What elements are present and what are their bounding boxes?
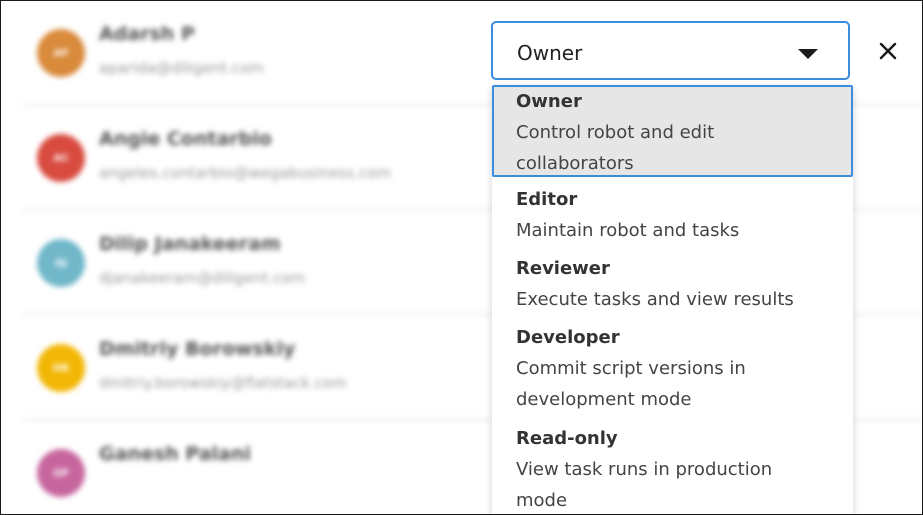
chevron-down-icon	[798, 49, 818, 59]
role-option-description: Maintain robot and tasks	[516, 220, 740, 241]
role-option-editor[interactable]: Editor Maintain robot and tasks	[492, 185, 853, 246]
collaborator-email: djanakeeram@diligent.com	[99, 269, 306, 287]
avatar: GP	[37, 449, 85, 497]
role-select-value: Owner	[517, 41, 583, 65]
role-option-title: Owner	[516, 91, 582, 112]
collaborator-email: dmitriy.borowskiy@flatstack.com	[99, 374, 347, 392]
role-option-description: View task runs in production mode	[516, 459, 773, 511]
collaborator-name: Dmitriy Borowskiy	[99, 338, 296, 360]
collaborator-name: Adarsh P	[99, 23, 195, 45]
avatar: AP	[37, 29, 85, 77]
role-option-developer[interactable]: Developer Commit script versions in deve…	[492, 323, 812, 415]
role-option-reviewer[interactable]: Reviewer Execute tasks and view results	[492, 254, 853, 315]
role-option-title: Developer	[516, 327, 620, 348]
role-option-title: Reviewer	[516, 258, 610, 279]
collaborator-email: aparida@diligent.com	[99, 59, 264, 77]
role-option-description: Control robot and edit collaborators	[516, 122, 715, 174]
collaborator-name: Ganesh Palani	[99, 443, 251, 465]
role-select[interactable]: Owner	[491, 21, 850, 80]
collaborator-name: Dilip Janakeeram	[99, 233, 281, 255]
role-option-title: Editor	[516, 189, 578, 210]
avatar: DB	[37, 344, 85, 392]
close-button[interactable]	[874, 37, 902, 65]
role-option-read-only[interactable]: Read-only View task runs in production m…	[492, 424, 822, 514]
collaborator-name: Angie Contarbio	[99, 128, 272, 150]
role-dropdown-menu: Owner Control robot and edit collaborato…	[492, 85, 853, 514]
role-option-owner[interactable]: Owner Control robot and edit collaborato…	[492, 85, 853, 177]
collaborator-email: angeles.contarbio@wegabusiness.com	[99, 164, 391, 182]
dialog-frame: AP Adarsh P aparida@diligent.com AC Angi…	[0, 0, 923, 515]
role-option-description: Commit script versions in development mo…	[516, 358, 746, 410]
avatar: DJ	[37, 239, 85, 287]
avatar: AC	[37, 134, 85, 182]
role-option-description: Execute tasks and view results	[516, 289, 794, 310]
role-option-title: Read-only	[516, 428, 618, 449]
close-icon	[879, 42, 897, 60]
